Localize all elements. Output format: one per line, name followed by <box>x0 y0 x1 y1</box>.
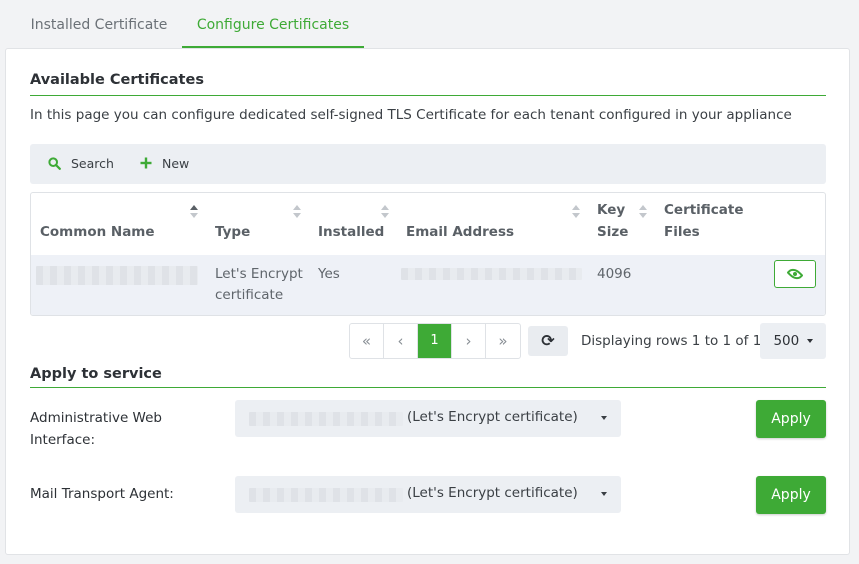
column-header-certificate-files: Certificate Files <box>664 202 744 240</box>
mail-transport-certificate-select[interactable]: (Let's Encrypt certificate) <box>235 476 621 513</box>
column-header-installed[interactable]: Installed <box>318 193 394 255</box>
redacted-email-address <box>401 268 582 280</box>
column-header-key-size[interactable]: Key Size <box>597 193 653 255</box>
sort-icon <box>639 205 648 219</box>
certificates-table: Common Name Type Installed Email Address… <box>30 192 826 316</box>
cell-installed: Yes <box>318 266 340 282</box>
caret-down-icon <box>601 416 607 420</box>
table-toolbar: Search New <box>30 144 826 184</box>
apply-admin-web-button[interactable]: Apply <box>756 400 826 438</box>
first-page-button[interactable]: « <box>350 324 384 358</box>
pagination: « ‹ 1 › » <box>349 323 521 359</box>
admin-web-certificate-select[interactable]: (Let's Encrypt certificate) <box>235 400 621 437</box>
previous-page-button[interactable]: ‹ <box>384 324 418 358</box>
service-label-admin-web: Administrative Web Interface: <box>30 410 162 448</box>
caret-down-icon <box>601 492 607 496</box>
tab-configure-certificates[interactable]: Configure Certificates <box>182 0 364 48</box>
page-description: In this page you can configure dedicated… <box>30 107 792 123</box>
view-certificate-button[interactable] <box>774 260 816 288</box>
column-header-email-address[interactable]: Email Address <box>406 193 586 255</box>
sort-icon <box>293 205 302 219</box>
rows-info: Displaying rows 1 to 1 of 1 <box>581 333 762 349</box>
apply-to-service-title: Apply to service <box>30 366 162 382</box>
sort-icon <box>381 205 390 219</box>
search-button[interactable]: Search <box>48 144 114 184</box>
column-header-type[interactable]: Type <box>215 193 307 255</box>
last-page-button[interactable]: » <box>486 324 520 358</box>
search-label: Search <box>71 156 114 171</box>
plus-icon <box>140 144 152 184</box>
redacted-certificate-name <box>249 488 403 502</box>
sort-icon <box>190 205 199 219</box>
available-certificates-title: Available Certificates <box>30 72 204 88</box>
refresh-icon: ⟳ <box>541 331 555 350</box>
page-1-button[interactable]: 1 <box>418 324 452 358</box>
redacted-certificate-name <box>249 412 403 426</box>
search-icon <box>48 144 61 184</box>
service-label-mail-transport-agent: Mail Transport Agent: <box>30 486 174 502</box>
sort-icon <box>572 205 581 219</box>
section-divider <box>30 387 826 388</box>
cell-type: Let's Encrypt certificate <box>215 266 303 303</box>
caret-down-icon <box>806 339 813 343</box>
page-size-dropdown[interactable]: 500 <box>760 323 826 359</box>
redacted-common-name <box>36 266 198 285</box>
cell-key-size: 4096 <box>597 266 632 282</box>
new-button[interactable]: New <box>140 144 189 184</box>
next-page-button[interactable]: › <box>452 324 486 358</box>
new-label: New <box>162 156 190 171</box>
apply-mail-transport-button[interactable]: Apply <box>756 476 826 514</box>
column-header-common-name[interactable]: Common Name <box>40 193 205 255</box>
configure-certificates-panel: Available Certificates In this page you … <box>5 48 850 555</box>
refresh-button[interactable]: ⟳ <box>528 326 568 356</box>
tab-installed-certificate[interactable]: Installed Certificate <box>18 0 180 48</box>
tab-bar: Installed Certificate Configure Certific… <box>0 0 859 48</box>
section-divider <box>30 95 826 96</box>
table-row[interactable]: Let's Encrypt certificate Yes 4096 <box>31 255 825 315</box>
